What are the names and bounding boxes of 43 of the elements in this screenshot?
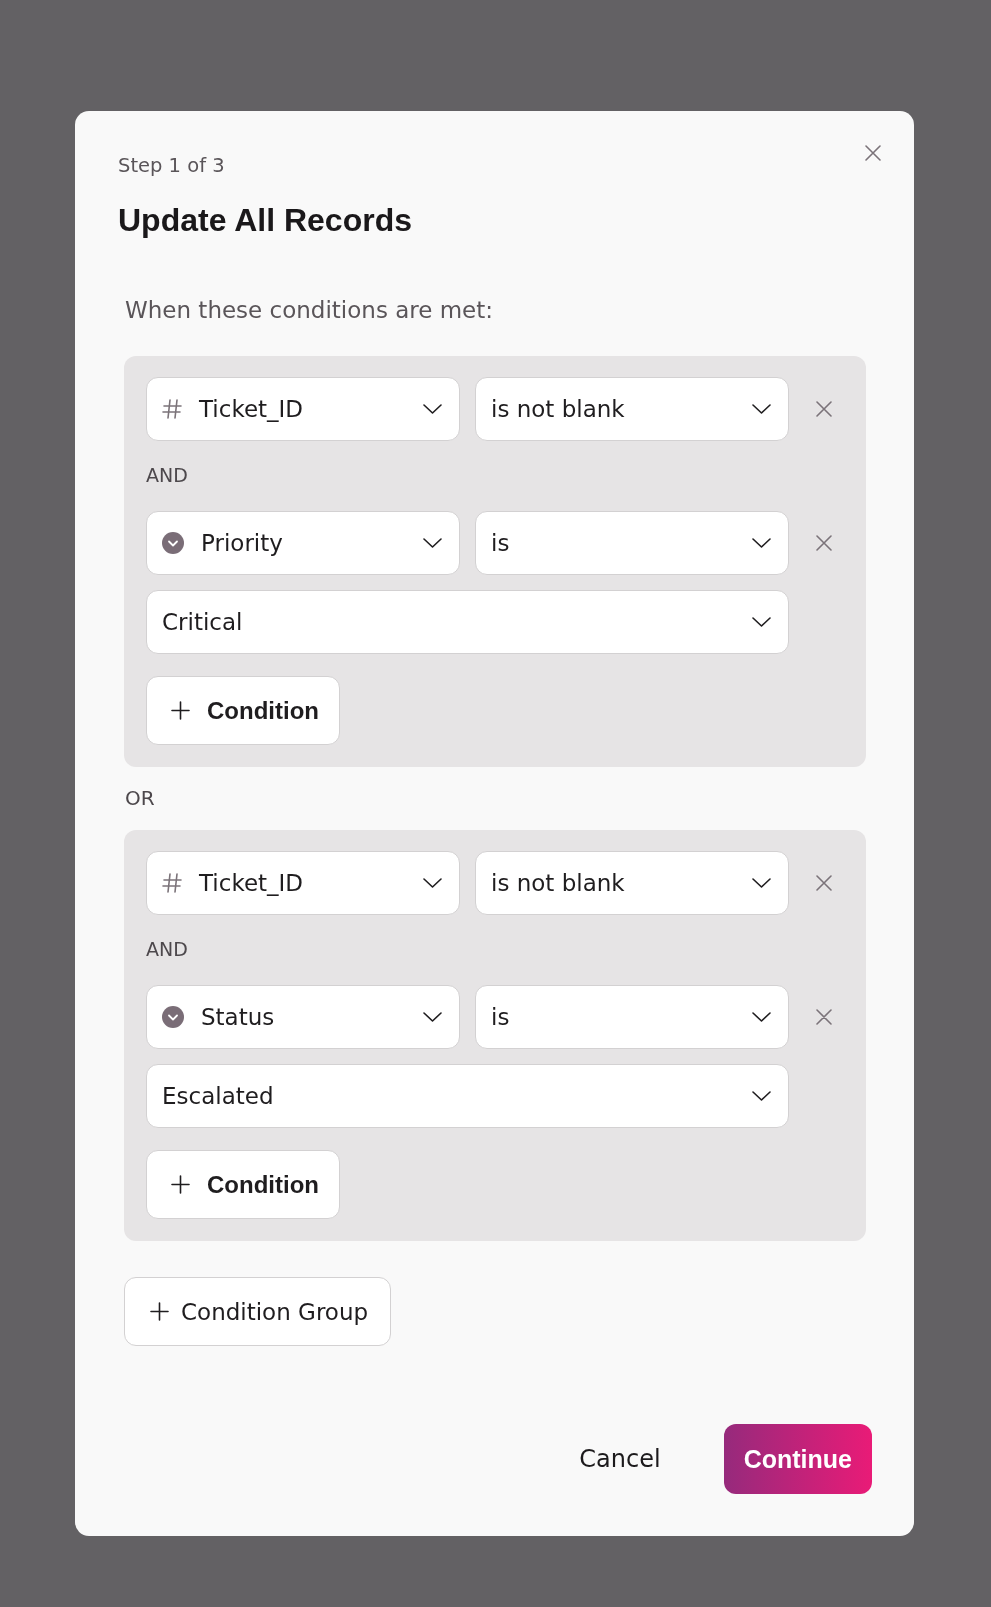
hash-icon	[162, 873, 182, 893]
add-condition-button[interactable]: Condition	[146, 676, 340, 745]
plus-icon	[171, 1175, 190, 1194]
chevron-down-icon	[423, 878, 442, 888]
condition-connector-label: AND	[146, 464, 188, 486]
step-indicator: Step 1 of 3	[118, 154, 225, 178]
dropdown-circle-icon	[162, 532, 184, 554]
chevron-down-icon	[423, 404, 442, 414]
plus-icon	[150, 1302, 169, 1321]
group-connector-label: OR	[124, 786, 155, 810]
remove-icon	[816, 535, 832, 551]
add-condition-button[interactable]: Condition	[146, 1150, 340, 1219]
remove-icon	[816, 1009, 832, 1025]
field-dropdown[interactable]: Ticket_ID	[146, 377, 460, 441]
field-dropdown[interactable]: Priority	[146, 511, 460, 575]
remove-icon	[816, 401, 832, 417]
operator-dropdown[interactable]: is not blank	[475, 851, 789, 915]
chevron-down-icon	[752, 617, 771, 627]
operator-dropdown[interactable]: is not blank	[475, 377, 789, 441]
plus-icon	[171, 701, 190, 720]
chevron-down-icon	[752, 878, 771, 888]
operator-dropdown[interactable]: is	[475, 985, 789, 1049]
operator-dropdown[interactable]: is	[475, 511, 789, 575]
chevron-down-icon	[423, 1012, 442, 1022]
chevron-down-icon	[752, 404, 771, 414]
dialog-title: Update All Records	[118, 202, 412, 238]
field-dropdown[interactable]: Status	[146, 985, 460, 1049]
cancel-button[interactable]: Cancel	[563, 1435, 677, 1483]
conditions-intro-text: When these conditions are met:	[124, 296, 493, 324]
condition-connector-label: AND	[146, 938, 188, 960]
chevron-down-icon	[752, 1012, 771, 1022]
add-group-button[interactable]: Condition Group	[124, 1277, 392, 1346]
dropdown-circle-icon	[162, 1006, 184, 1028]
continue-button[interactable]: Continue	[723, 1424, 872, 1494]
hash-icon	[162, 399, 182, 419]
remove-icon	[816, 875, 832, 891]
chevron-down-icon	[423, 538, 442, 548]
value-dropdown[interactable]: Critical	[146, 590, 789, 654]
chevron-down-icon	[752, 1091, 771, 1101]
field-dropdown[interactable]: Ticket_ID	[146, 851, 460, 915]
value-dropdown[interactable]: Escalated	[146, 1064, 789, 1128]
chevron-down-icon	[752, 538, 771, 548]
close-icon	[865, 145, 881, 161]
